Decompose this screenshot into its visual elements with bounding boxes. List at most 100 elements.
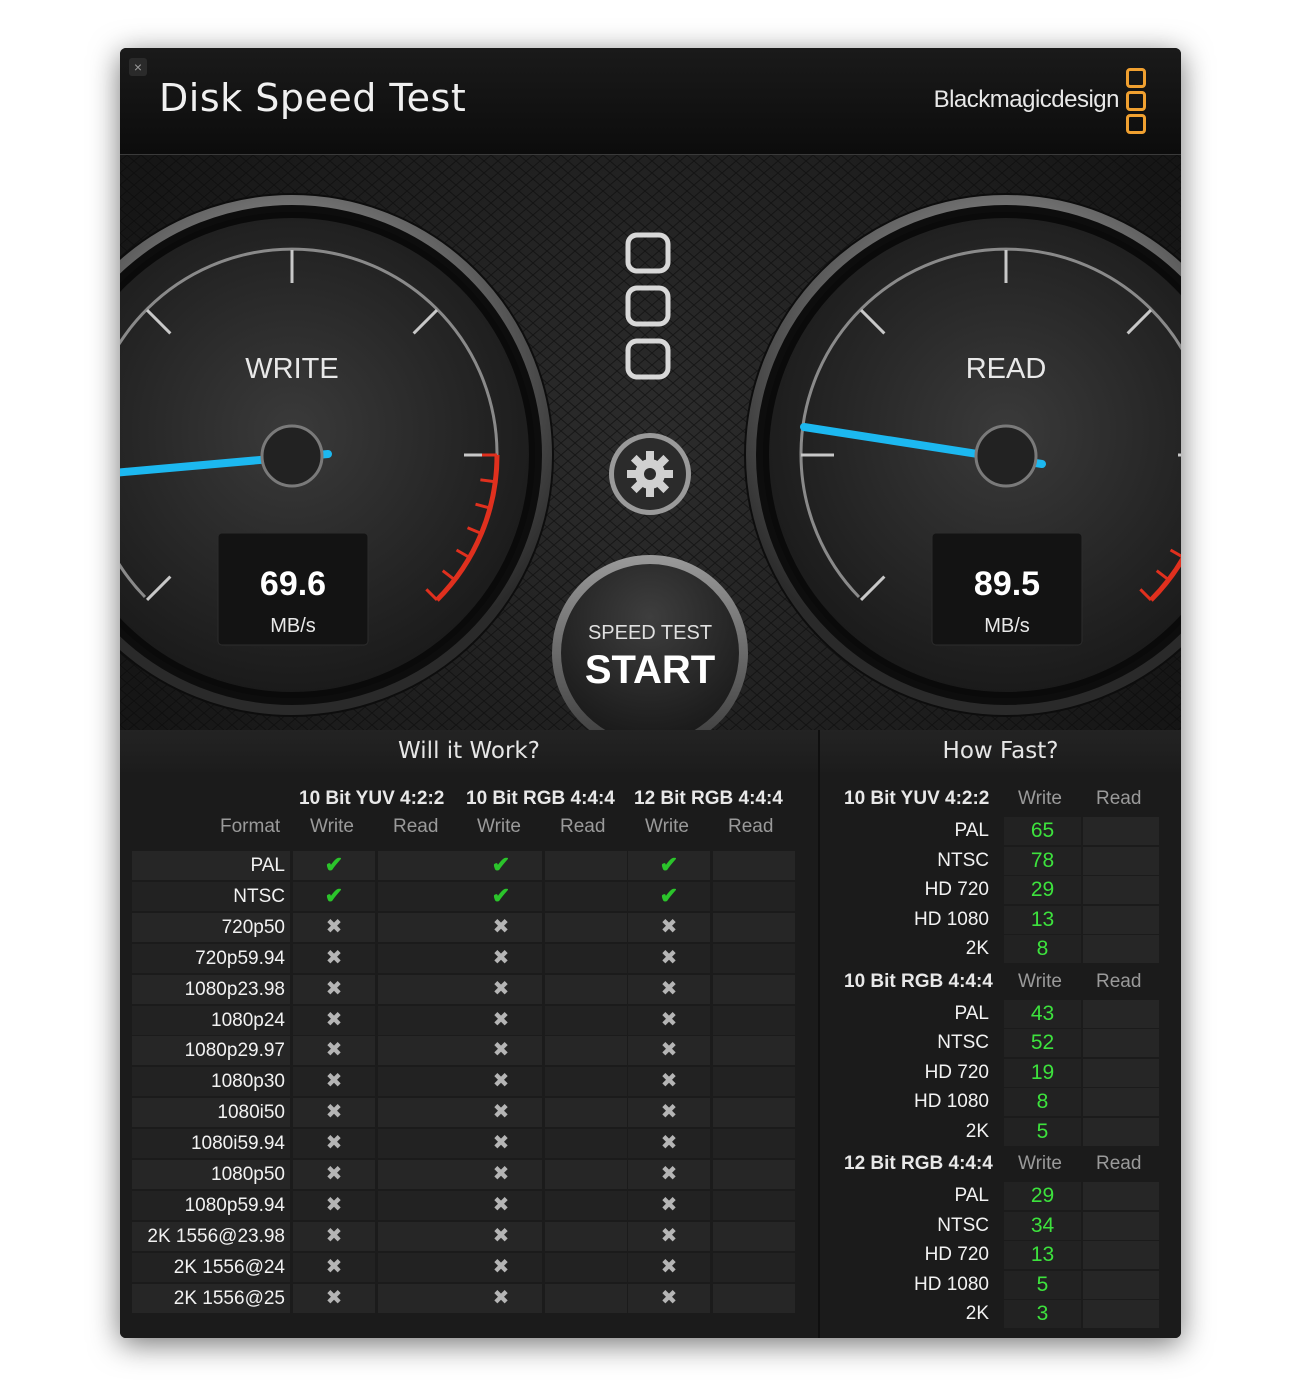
how-fast-read-value — [1083, 846, 1159, 875]
cross-icon: ✖ — [325, 1255, 343, 1278]
format-group-header: 10 Bit YUV 4:2:2 — [299, 788, 445, 809]
write-speed-unit: MB/s — [270, 615, 316, 637]
read-cell — [713, 943, 795, 973]
read-column-header: Read — [728, 816, 774, 837]
close-button[interactable]: × — [129, 58, 147, 76]
will-it-work-title: Will it Work? — [120, 730, 818, 772]
how-fast-format-label: PAL — [954, 820, 989, 841]
read-cell — [713, 851, 795, 880]
read-cell — [378, 1005, 460, 1035]
how-fast-read-value — [1083, 1182, 1159, 1210]
read-cell — [545, 943, 627, 973]
center-logo-icon — [625, 232, 671, 380]
how-fast-read-value — [1083, 1029, 1159, 1057]
format-label: 1080p30 — [211, 1071, 285, 1093]
cross-icon: ✖ — [325, 1039, 343, 1062]
how-fast-write-value: 3 — [1004, 1300, 1081, 1328]
read-cell — [713, 1036, 795, 1066]
write-column-header: Write — [1018, 970, 1062, 992]
write-column-header: Write — [645, 816, 689, 837]
cross-icon: ✖ — [325, 1163, 343, 1185]
cross-icon: ✖ — [492, 1193, 510, 1216]
how-fast-write-value: 65 — [1004, 817, 1081, 845]
format-label: 720p50 — [221, 916, 285, 938]
how-fast-read-value — [1083, 1241, 1159, 1269]
redline-tick — [480, 478, 496, 484]
read-cell — [713, 1190, 795, 1220]
cross-icon: ✖ — [325, 1193, 343, 1216]
how-fast-format-label: 2K — [965, 1303, 989, 1324]
cross-icon: ✖ — [660, 1193, 678, 1216]
how-fast-read-value — [1083, 1211, 1159, 1240]
how-fast-read-value — [1083, 1117, 1159, 1146]
format-label: 1080p24 — [211, 1009, 285, 1031]
how-fast-format-label: HD 720 — [924, 879, 989, 900]
cross-icon: ✖ — [660, 1039, 678, 1062]
read-cell — [545, 1067, 627, 1097]
read-cell — [545, 851, 627, 880]
check-icon: ✔ — [659, 882, 679, 908]
cross-icon: ✖ — [660, 977, 678, 1000]
cross-icon: ✖ — [492, 1286, 510, 1309]
read-cell — [378, 1160, 460, 1189]
settings-gear-button[interactable] — [607, 431, 693, 517]
read-cell — [713, 1098, 795, 1128]
how-fast-write-value: 13 — [1004, 905, 1081, 934]
cross-icon: ✖ — [325, 1286, 343, 1309]
how-fast-write-value: 29 — [1004, 876, 1081, 904]
read-cell — [545, 1190, 627, 1220]
how-fast-format-label: NTSC — [937, 849, 989, 871]
format-label: PAL — [250, 855, 285, 876]
check-icon: ✔ — [491, 852, 511, 877]
read-gauge: READ 89.5 MB/s — [744, 193, 1181, 717]
read-cell — [378, 974, 460, 1004]
cross-icon: ✖ — [492, 1224, 510, 1247]
how-fast-write-value: 8 — [1004, 1088, 1081, 1116]
format-label: 2K 1556@25 — [173, 1287, 285, 1309]
brand-name: Blackmagicdesign — [933, 86, 1120, 113]
cross-icon: ✖ — [660, 1224, 678, 1247]
read-cell — [545, 1098, 627, 1128]
how-fast-format-label: 2K — [965, 1120, 989, 1142]
check-icon: ✔ — [491, 882, 511, 908]
read-cell — [545, 1005, 627, 1035]
start-button-label: START — [584, 648, 716, 692]
cross-icon: ✖ — [492, 1255, 510, 1278]
results-panel: Will it Work? How Fast? 10 Bit YUV 4:2:2… — [120, 730, 1181, 1338]
cross-icon: ✖ — [492, 1008, 510, 1031]
read-cell — [378, 1036, 460, 1066]
how-fast-read-value — [1083, 935, 1159, 963]
read-speed-value: 89.5 — [974, 565, 1040, 603]
cross-icon: ✖ — [325, 946, 343, 969]
cross-icon: ✖ — [660, 1163, 678, 1185]
speed-test-start-button[interactable]: SPEED TEST START — [552, 555, 748, 751]
read-column-header: Read — [1096, 970, 1142, 992]
cross-icon: ✖ — [660, 1008, 678, 1031]
how-fast-title: How Fast? — [820, 730, 1181, 772]
how-fast-write-value: 5 — [1004, 1270, 1081, 1299]
how-fast-read-value — [1083, 999, 1159, 1028]
format-label: 1080p50 — [211, 1164, 285, 1185]
read-cell — [545, 1129, 627, 1159]
format-label: 1080p29.97 — [184, 1040, 285, 1062]
format-label: 720p59.94 — [195, 947, 285, 969]
cross-icon: ✖ — [325, 915, 343, 938]
format-label: 1080p23.98 — [184, 978, 285, 1000]
read-cell — [713, 1067, 795, 1097]
cross-icon: ✖ — [492, 977, 510, 1000]
how-fast-format-label: HD 720 — [924, 1061, 989, 1083]
brand-logo-icon — [1126, 68, 1146, 137]
how-fast-write-value: 19 — [1004, 1058, 1081, 1087]
read-cell — [713, 1160, 795, 1189]
cross-icon: ✖ — [660, 1286, 678, 1309]
cross-icon: ✖ — [325, 1070, 343, 1093]
read-cell — [545, 1160, 627, 1189]
how-fast-format-label: 2K — [965, 938, 989, 959]
cross-icon: ✖ — [492, 1163, 510, 1185]
format-label: 1080i50 — [217, 1102, 285, 1124]
read-column-header: Read — [1096, 1153, 1142, 1174]
cross-icon: ✖ — [492, 1132, 510, 1155]
how-fast-write-value: 52 — [1004, 1029, 1081, 1057]
how-fast-read-value — [1083, 876, 1159, 904]
cross-icon: ✖ — [660, 1255, 678, 1278]
